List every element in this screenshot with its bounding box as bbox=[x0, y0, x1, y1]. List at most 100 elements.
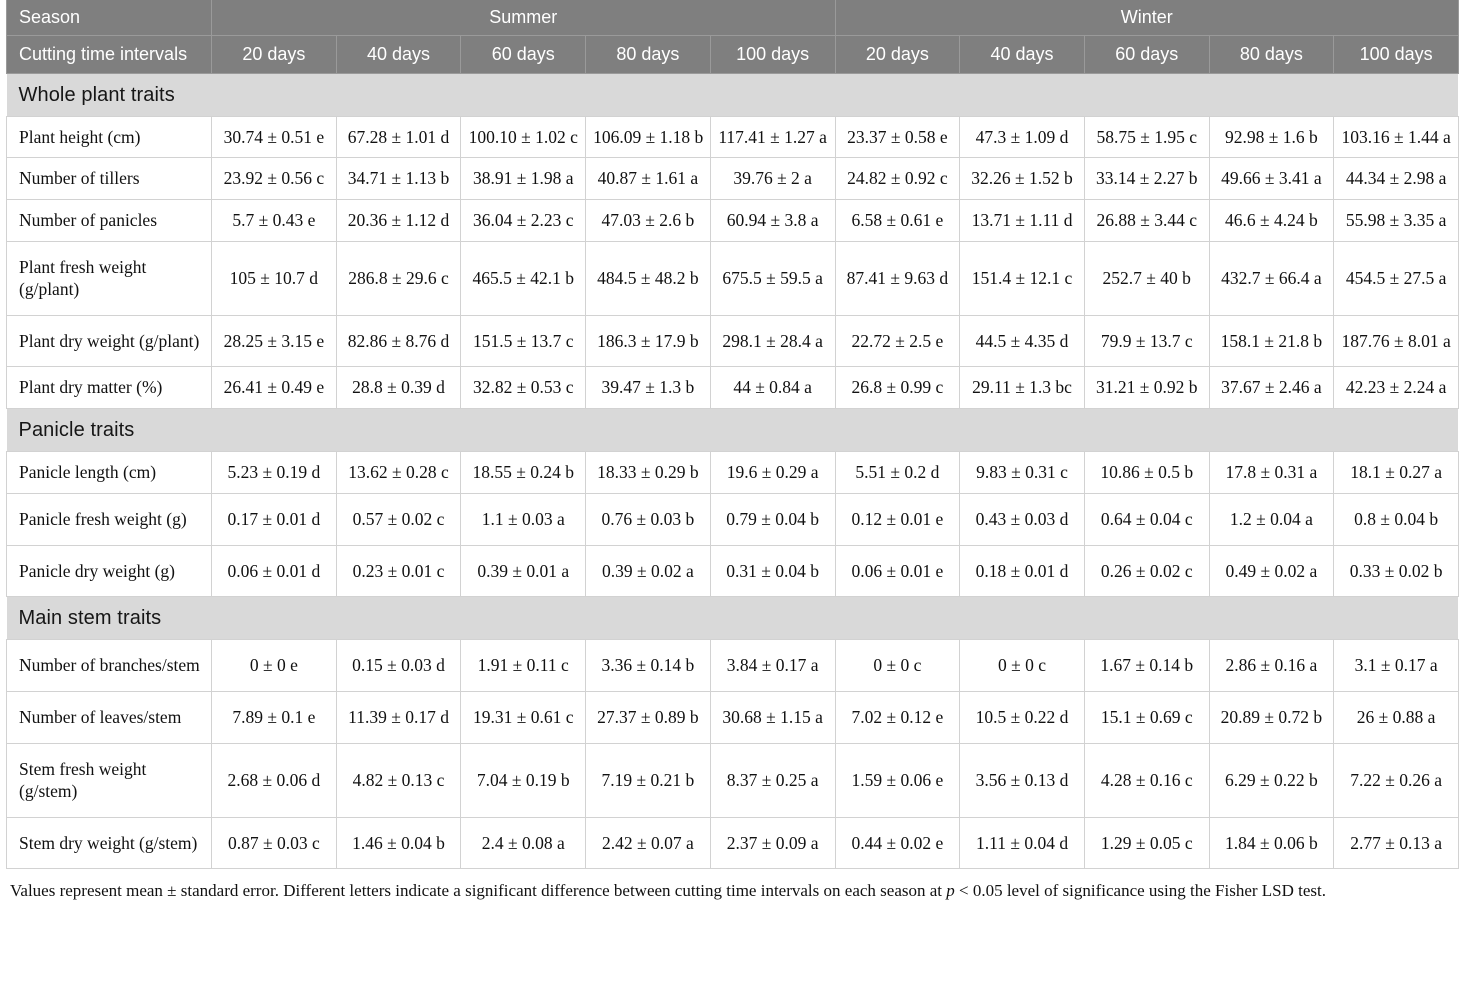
data-cell: 40.87 ± 1.61 a bbox=[585, 157, 711, 200]
data-cell: 2.86 ± 0.16 a bbox=[1208, 639, 1335, 693]
data-cell: 20.89 ± 0.72 b bbox=[1208, 691, 1335, 744]
data-cell: 7.19 ± 0.21 b bbox=[585, 742, 711, 818]
data-cell: 47.03 ± 2.6 b bbox=[585, 199, 711, 242]
data-cell: 0.39 ± 0.02 a bbox=[585, 544, 711, 598]
data-cell: 32.82 ± 0.53 c bbox=[460, 366, 587, 410]
data-cell: 5.51 ± 0.2 d bbox=[834, 451, 961, 494]
data-cell: 2.4 ± 0.08 a bbox=[460, 816, 587, 870]
data-cell: 67.28 ± 1.01 d bbox=[335, 115, 462, 159]
data-cell: 23.92 ± 0.56 c bbox=[211, 157, 337, 200]
table-row: Number of tillers 23.92 ± 0.56 c 34.71 ± 1… bbox=[6, 157, 1459, 200]
data-cell: 32.26 ± 1.52 b bbox=[959, 157, 1085, 200]
data-cell: 0 ± 0 c bbox=[959, 639, 1085, 693]
data-cell: 465.5 ± 42.1 b bbox=[460, 240, 587, 316]
data-cell: 27.37 ± 0.89 b bbox=[585, 691, 711, 744]
data-cell: 28.25 ± 3.15 e bbox=[211, 314, 337, 368]
table-row: Plant dry matter (%) 26.41 ± 0.49 e 28.8 ±… bbox=[6, 366, 1459, 410]
table-row: Number of panicles 5.7 ± 0.43 e 20.36 ± 1.… bbox=[6, 199, 1459, 242]
data-cell: 92.98 ± 1.6 b bbox=[1208, 115, 1335, 159]
data-cell: 0.26 ± 0.02 c bbox=[1083, 544, 1210, 598]
data-cell: 0.87 ± 0.03 c bbox=[211, 816, 337, 870]
results-table: Season Summer Winter Cutting time interv… bbox=[6, 0, 1459, 870]
data-cell: 3.1 ± 0.17 a bbox=[1333, 639, 1459, 693]
data-cell: 117.41 ± 1.27 a bbox=[709, 115, 836, 159]
data-cell: 55.98 ± 3.35 a bbox=[1333, 199, 1459, 242]
data-cell: 8.37 ± 0.25 a bbox=[709, 742, 836, 818]
data-cell: 0.23 ± 0.01 c bbox=[335, 544, 462, 598]
section-header-row: Whole plant traits bbox=[6, 72, 1459, 116]
data-cell: 3.56 ± 0.13 d bbox=[959, 742, 1085, 818]
data-cell: 1.46 ± 0.04 b bbox=[335, 816, 462, 870]
section-title: Panicle traits bbox=[6, 408, 1459, 452]
data-cell: 158.1 ± 21.8 b bbox=[1208, 314, 1335, 368]
data-cell: 20.36 ± 1.12 d bbox=[335, 199, 462, 242]
table-row: Number of branches/stem 0 ± 0 e 0.15 ± 0.0… bbox=[6, 639, 1459, 693]
header-season-label: Season bbox=[6, 0, 212, 36]
data-cell: 38.91 ± 1.98 a bbox=[460, 157, 587, 200]
data-cell: 4.28 ± 0.16 c bbox=[1083, 742, 1210, 818]
header-summer-100: 100 days bbox=[709, 35, 836, 74]
table-header: Season Summer Winter Cutting time interv… bbox=[6, 0, 1459, 74]
data-cell: 82.86 ± 8.76 d bbox=[335, 314, 462, 368]
data-cell: 6.58 ± 0.61 e bbox=[834, 199, 961, 242]
data-cell: 106.09 ± 1.18 b bbox=[585, 115, 711, 159]
data-cell: 22.72 ± 2.5 e bbox=[834, 314, 961, 368]
row-label: Plant fresh weight (g/plant) bbox=[6, 240, 212, 316]
header-season-winter: Winter bbox=[834, 0, 1459, 36]
data-cell: 46.6 ± 4.24 b bbox=[1208, 199, 1335, 242]
data-cell: 19.6 ± 0.29 a bbox=[709, 451, 836, 494]
data-cell: 3.36 ± 0.14 b bbox=[585, 639, 711, 693]
data-cell: 1.59 ± 0.06 e bbox=[834, 742, 961, 818]
data-cell: 44.34 ± 2.98 a bbox=[1333, 157, 1459, 200]
data-cell: 0.39 ± 0.01 a bbox=[460, 544, 587, 598]
data-cell: 15.1 ± 0.69 c bbox=[1083, 691, 1210, 744]
footnote-p-symbol: p bbox=[946, 881, 955, 901]
data-cell: 37.67 ± 2.46 a bbox=[1208, 366, 1335, 410]
header-winter-100: 100 days bbox=[1333, 35, 1459, 74]
row-label: Panicle dry weight (g) bbox=[6, 544, 212, 598]
data-cell: 0.64 ± 0.04 c bbox=[1083, 492, 1210, 546]
table-figure: Season Summer Winter Cutting time interv… bbox=[0, 0, 1460, 902]
header-summer-40: 40 days bbox=[335, 35, 462, 74]
section-title: Main stem traits bbox=[6, 596, 1459, 640]
data-cell: 0 ± 0 e bbox=[211, 639, 337, 693]
data-cell: 0.44 ± 0.02 e bbox=[834, 816, 961, 870]
data-cell: 0.17 ± 0.01 d bbox=[211, 492, 337, 546]
data-cell: 1.29 ± 0.05 c bbox=[1083, 816, 1210, 870]
row-label: Number of panicles bbox=[6, 199, 212, 242]
data-cell: 7.04 ± 0.19 b bbox=[460, 742, 587, 818]
data-cell: 4.82 ± 0.13 c bbox=[335, 742, 462, 818]
data-cell: 484.5 ± 48.2 b bbox=[585, 240, 711, 316]
header-row-season: Season Summer Winter bbox=[6, 0, 1459, 36]
header-cutting-time-label: Cutting time intervals bbox=[6, 35, 212, 74]
data-cell: 151.4 ± 12.1 c bbox=[959, 240, 1085, 316]
data-cell: 26 ± 0.88 a bbox=[1333, 691, 1459, 744]
data-cell: 0.8 ± 0.04 b bbox=[1333, 492, 1459, 546]
data-cell: 10.5 ± 0.22 d bbox=[959, 691, 1085, 744]
data-cell: 5.7 ± 0.43 e bbox=[211, 199, 337, 242]
data-cell: 1.84 ± 0.06 b bbox=[1208, 816, 1335, 870]
section-header-row: Main stem traits bbox=[6, 596, 1459, 640]
data-cell: 79.9 ± 13.7 c bbox=[1083, 314, 1210, 368]
data-cell: 0.15 ± 0.03 d bbox=[335, 639, 462, 693]
data-cell: 34.71 ± 1.13 b bbox=[335, 157, 462, 200]
row-label: Number of tillers bbox=[6, 157, 212, 200]
table-row: Panicle length (cm) 5.23 ± 0.19 d 13.62 ± … bbox=[6, 451, 1459, 494]
data-cell: 0.57 ± 0.02 c bbox=[335, 492, 462, 546]
data-cell: 26.8 ± 0.99 c bbox=[834, 366, 961, 410]
data-cell: 39.47 ± 1.3 b bbox=[585, 366, 711, 410]
row-label: Panicle fresh weight (g) bbox=[6, 492, 212, 546]
data-cell: 0.76 ± 0.03 b bbox=[585, 492, 711, 546]
data-cell: 0.31 ± 0.04 b bbox=[709, 544, 836, 598]
data-cell: 2.77 ± 0.13 a bbox=[1333, 816, 1459, 870]
data-cell: 1.2 ± 0.04 a bbox=[1208, 492, 1335, 546]
table-row: Number of leaves/stem 7.89 ± 0.1 e 11.39 ±… bbox=[6, 691, 1459, 744]
data-cell: 252.7 ± 40 b bbox=[1083, 240, 1210, 316]
data-cell: 29.11 ± 1.3 bc bbox=[959, 366, 1085, 410]
row-label: Stem fresh weight (g/stem) bbox=[6, 742, 212, 818]
data-cell: 7.02 ± 0.12 e bbox=[834, 691, 961, 744]
data-cell: 0.33 ± 0.02 b bbox=[1333, 544, 1459, 598]
data-cell: 186.3 ± 17.9 b bbox=[585, 314, 711, 368]
data-cell: 87.41 ± 9.63 d bbox=[834, 240, 961, 316]
data-cell: 24.82 ± 0.92 c bbox=[834, 157, 961, 200]
